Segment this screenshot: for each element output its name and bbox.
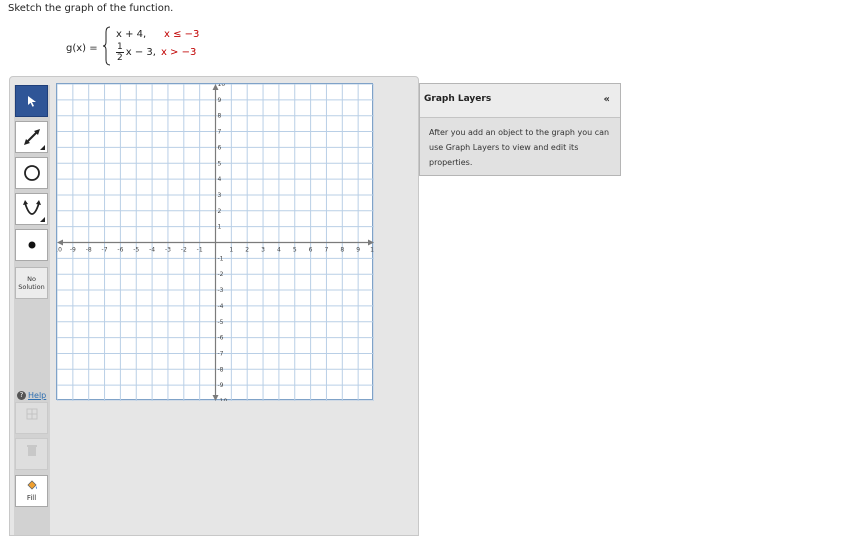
y-tick-label: 2: [218, 208, 222, 215]
x-tick-label: -6: [117, 247, 123, 254]
x-tick-label: 6: [309, 247, 313, 254]
arrow-cursor-icon: [27, 96, 36, 107]
y-tick-label: 6: [218, 144, 222, 151]
function-name: g(x) =: [66, 43, 98, 54]
submenu-indicator-icon: [40, 217, 45, 222]
circle-tool-button[interactable]: [15, 157, 48, 189]
y-tick-label: 7: [218, 129, 222, 136]
x-tick-label: -4: [149, 247, 155, 254]
x-tick-label: -10: [57, 247, 62, 254]
x-tick-label: 5: [293, 247, 297, 254]
case2-condition: x > −3: [160, 47, 197, 58]
x-tick-label: 9: [356, 247, 360, 254]
y-tick-label: -10: [218, 398, 228, 401]
x-tick-label: 1: [229, 247, 233, 254]
help-icon: ?: [17, 391, 26, 400]
case1-expression: x + 4,: [116, 29, 147, 40]
x-tick-label: -7: [102, 247, 108, 254]
x-tick-label: -5: [133, 247, 139, 254]
clear-grid-icon: [26, 408, 37, 420]
graph-layers-description: After you add an object to the graph you…: [429, 128, 610, 167]
x-tick-label: 4: [277, 247, 281, 254]
y-tick-label: 10: [218, 84, 226, 88]
x-tick-label: -3: [165, 247, 171, 254]
trash-icon: [26, 445, 37, 456]
grid-canvas[interactable]: -10 -9 -8 -7 -6 -5 -4 -3 -2 -1 1 2 3 4 5 6 7 8 9 10 10 9 8 7 6 5 4…: [52, 81, 378, 405]
graph-layers-title: Graph Layers: [424, 94, 492, 104]
y-tick-label: -3: [218, 287, 224, 294]
y-tick-label: -9: [218, 382, 224, 389]
y-tick-label: 1: [218, 224, 222, 231]
left-brace: [103, 26, 111, 66]
y-tick-label: -5: [218, 319, 224, 326]
point-dot-icon: [28, 241, 35, 249]
y-tick-label: -8: [218, 366, 224, 373]
coordinate-grid[interactable]: -10 -9 -8 -7 -6 -5 -4 -3 -2 -1 1 2 3 4 5 6 7 8 9 10 10 9 8 7 6 5 4…: [52, 81, 378, 405]
case2-row: 1 2 x − 3, x > −3: [116, 42, 196, 63]
paint-bucket-icon: [26, 480, 37, 490]
help-link[interactable]: ? Help: [17, 391, 46, 400]
line-tool-button[interactable]: [15, 121, 48, 153]
clear-all-button: [15, 402, 48, 434]
case2-fraction: 1 2: [116, 42, 124, 63]
y-tick-label: -7: [218, 350, 224, 357]
x-tick-label: 7: [325, 247, 329, 254]
y-tick-label: -6: [218, 335, 224, 342]
x-tick-label: -2: [181, 247, 187, 254]
fill-tool-button[interactable]: Fill: [15, 475, 48, 507]
graph-layers-panel: Graph Layers « After you add an object t…: [419, 83, 621, 176]
y-tick-label: 4: [218, 176, 222, 183]
graph-layers-header[interactable]: Graph Layers «: [420, 84, 620, 118]
y-tick-label: 3: [218, 192, 222, 199]
x-axis-arrow-right-icon: [368, 239, 374, 246]
point-tool-button[interactable]: [15, 229, 48, 261]
pointer-tool-button[interactable]: [15, 85, 48, 117]
delete-button: [15, 438, 48, 470]
y-tick-label: 8: [218, 113, 222, 120]
fraction-denominator: 2: [117, 53, 123, 63]
x-tick-label: 2: [245, 247, 249, 254]
y-tick-label: -4: [218, 303, 224, 310]
y-tick-label: -2: [218, 271, 224, 278]
instruction-text: Sketch the graph of the function.: [8, 3, 174, 14]
circle-icon: [23, 165, 40, 181]
x-tick-label: -1: [197, 247, 203, 254]
x-axis-arrow-left-icon: [57, 239, 63, 246]
case1-condition: x ≤ −3: [164, 29, 200, 40]
y-tick-label: -1: [218, 255, 224, 262]
parabola-tool-button[interactable]: [15, 193, 48, 225]
x-tick-label: 3: [261, 247, 265, 254]
x-tick-label: 10: [370, 247, 374, 254]
help-label: Help: [28, 391, 47, 400]
fraction-numerator: 1: [116, 42, 124, 53]
no-solution-line1: No: [27, 275, 36, 283]
x-tick-label: 8: [340, 247, 344, 254]
x-tick-label: -9: [70, 247, 76, 254]
submenu-indicator-icon: [40, 145, 45, 150]
fill-label: Fill: [26, 494, 37, 502]
collapse-chevron-icon[interactable]: «: [604, 94, 610, 105]
no-solution-button[interactable]: No Solution: [15, 267, 48, 299]
y-tick-label: 5: [218, 160, 222, 167]
x-tick-label: -8: [86, 247, 92, 254]
y-tick-label: 9: [218, 97, 222, 104]
case2-expression: x − 3,: [125, 47, 156, 58]
no-solution-line2: Solution: [18, 283, 45, 291]
